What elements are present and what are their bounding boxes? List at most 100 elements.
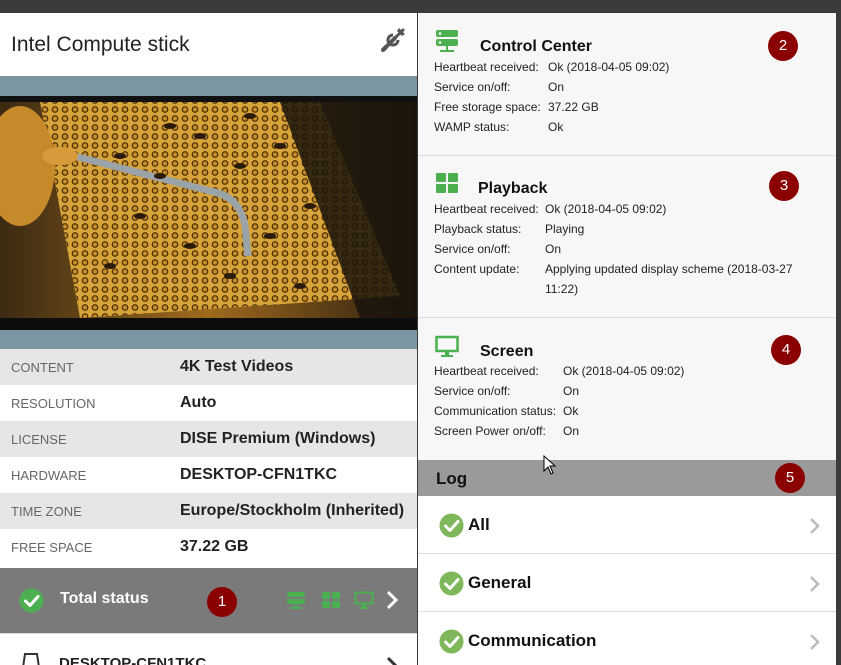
status-row: Heartbeat received: Ok (2018-04-05 09:02… bbox=[434, 57, 669, 77]
section-title: Control Center bbox=[480, 38, 592, 55]
device-row-label: DESKTOP-CFN1TKC bbox=[59, 655, 207, 665]
info-label: RESOLUTION bbox=[11, 395, 96, 411]
log-item-label: General bbox=[468, 573, 532, 592]
chevron-right-icon bbox=[386, 656, 398, 665]
status-row: Screen Power on/off: On bbox=[434, 421, 579, 441]
status-row: Service on/off: On bbox=[434, 239, 561, 259]
status-row: Content update: Applying updated display… bbox=[434, 259, 793, 296]
status-row: WAMP status: Ok bbox=[434, 117, 563, 137]
control-center-section: Control Center 2 Heartbeat received: Ok … bbox=[418, 13, 836, 156]
status-value: Ok bbox=[548, 120, 564, 134]
info-value: 37.22 GB bbox=[180, 538, 249, 555]
status-row: Heartbeat received: Ok (2018-04-05 09:02… bbox=[434, 361, 684, 381]
status-value: Applying updated display scheme (2018-03… bbox=[545, 262, 793, 296]
log-item-communication[interactable]: Communication bbox=[418, 612, 836, 665]
status-key: Heartbeat received: bbox=[434, 60, 539, 74]
chevron-right-icon bbox=[810, 634, 820, 650]
status-value: On bbox=[548, 80, 565, 94]
status-key: Service on/off: bbox=[434, 242, 511, 256]
info-label: CONTENT bbox=[11, 359, 74, 375]
status-value: Ok (2018-04-05 09:02) bbox=[548, 60, 670, 74]
mouse-cursor-icon bbox=[543, 455, 557, 475]
status-key: Playback status: bbox=[434, 222, 522, 236]
info-value: DISE Premium (Windows) bbox=[180, 430, 376, 447]
info-row-content: CONTENT 4K Test Videos bbox=[0, 349, 417, 385]
status-key: Service on/off: bbox=[434, 80, 511, 94]
chevron-right-icon bbox=[386, 590, 399, 610]
top-bar bbox=[0, 0, 841, 13]
info-label: FREE SPACE bbox=[11, 539, 93, 555]
status-row: Free storage space: 37.22 GB bbox=[434, 97, 599, 117]
info-row-license: LICENSE DISE Premium (Windows) bbox=[0, 421, 417, 457]
server-icon bbox=[436, 30, 458, 52]
info-label: LICENSE bbox=[11, 431, 67, 447]
status-row: Communication status: Ok bbox=[434, 401, 578, 421]
log-item-label: Communication bbox=[468, 631, 597, 650]
device-title: Intel Compute stick bbox=[11, 33, 190, 56]
info-row-time-zone: TIME ZONE Europe/Stockholm (Inherited) bbox=[0, 493, 417, 529]
status-key: Service on/off: bbox=[434, 384, 511, 398]
status-row: Heartbeat received: Ok (2018-04-05 09:02… bbox=[434, 199, 666, 219]
device-list-row[interactable]: DESKTOP-CFN1TKC bbox=[0, 633, 417, 665]
server-icon bbox=[287, 592, 305, 609]
log-item-general[interactable]: General bbox=[418, 554, 836, 612]
info-value: Auto bbox=[180, 394, 217, 411]
status-row: Service on/off: On bbox=[434, 77, 564, 97]
callout-badge: 5 bbox=[775, 463, 805, 493]
total-status-label: Total status bbox=[60, 590, 149, 607]
preview-video bbox=[0, 96, 417, 330]
status-value: Playing bbox=[545, 222, 585, 236]
info-label: HARDWARE bbox=[11, 467, 87, 483]
callout-badge: 3 bbox=[769, 171, 799, 201]
status-key: Heartbeat received: bbox=[434, 202, 539, 216]
info-row-free-space: FREE SPACE 37.22 GB bbox=[0, 529, 417, 565]
status-row: Playback status: Playing bbox=[434, 219, 584, 239]
section-title: Playback bbox=[478, 180, 548, 197]
log-title: Log bbox=[436, 469, 468, 488]
info-label: TIME ZONE bbox=[11, 503, 82, 519]
status-key: Screen Power on/off: bbox=[434, 424, 546, 438]
log-header: Log 5 bbox=[418, 460, 836, 496]
info-value: Europe/Stockholm (Inherited) bbox=[180, 502, 405, 519]
log-item-all[interactable]: All bbox=[418, 496, 836, 554]
status-value: 37.22 GB bbox=[548, 100, 599, 114]
status-panel: Control Center 2 Heartbeat received: Ok … bbox=[418, 13, 836, 665]
status-value: On bbox=[545, 242, 562, 256]
grid-icon bbox=[436, 173, 458, 193]
info-row-resolution: RESOLUTION Auto bbox=[0, 385, 417, 421]
status-row: Service on/off: On bbox=[434, 381, 579, 401]
playback-section: Playback 3 Heartbeat received: Ok (2018-… bbox=[418, 156, 836, 318]
preview-image bbox=[0, 96, 417, 330]
check-circle-icon bbox=[439, 513, 464, 538]
chevron-right-icon bbox=[810, 518, 820, 534]
status-key: Communication status: bbox=[434, 404, 557, 418]
window-edge bbox=[836, 13, 841, 665]
info-row-hardware: HARDWARE DESKTOP-CFN1TKC bbox=[0, 457, 417, 493]
status-value: Ok bbox=[563, 404, 579, 418]
total-status-row[interactable]: Total status 1 bbox=[0, 568, 417, 633]
callout-badge: 1 bbox=[207, 587, 237, 617]
check-circle-icon bbox=[439, 629, 464, 654]
info-value: 4K Test Videos bbox=[180, 358, 294, 375]
preview-frame bbox=[0, 76, 417, 349]
monitor-icon bbox=[435, 335, 459, 357]
device-panel: Intel Compute stick CONTENT 4K Test Vide… bbox=[0, 13, 417, 665]
wrench-screwdriver-icon[interactable] bbox=[379, 26, 407, 54]
status-value: Ok (2018-04-05 09:02) bbox=[545, 202, 667, 216]
chevron-right-icon bbox=[810, 576, 820, 592]
status-key: WAMP status: bbox=[434, 120, 510, 134]
status-value: On bbox=[563, 424, 580, 438]
device-info-table: CONTENT 4K Test Videos RESOLUTION Auto L… bbox=[0, 349, 417, 565]
check-circle-icon bbox=[439, 571, 464, 596]
monitor-icon bbox=[354, 591, 374, 609]
pc-tower-icon bbox=[22, 653, 40, 665]
screen-section: Screen 4 Heartbeat received: Ok (2018-04… bbox=[418, 318, 836, 460]
info-value: DESKTOP-CFN1TKC bbox=[180, 466, 338, 483]
status-value: On bbox=[563, 384, 580, 398]
grid-icon bbox=[322, 592, 340, 608]
log-item-label: All bbox=[468, 515, 490, 534]
status-key: Heartbeat received: bbox=[434, 364, 539, 378]
section-title: Screen bbox=[480, 343, 534, 360]
check-circle-icon bbox=[19, 588, 44, 613]
status-key: Content update: bbox=[434, 262, 520, 276]
